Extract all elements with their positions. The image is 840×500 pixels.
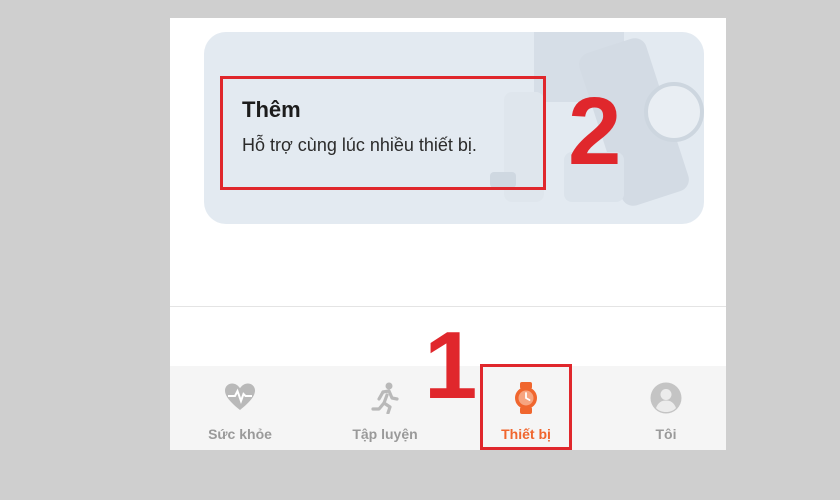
tab-highlight-box <box>480 364 572 450</box>
card-title: Thêm <box>242 97 301 122</box>
divider <box>170 306 726 307</box>
tab-label-health: Sức khỏe <box>208 426 272 442</box>
profile-icon <box>650 382 682 414</box>
tab-profile[interactable]: Tôi <box>620 366 712 450</box>
heart-pulse-icon <box>225 383 255 410</box>
step-number-1: 1 <box>424 312 478 419</box>
card-subtitle: Hỗ trợ cùng lúc nhiều thiết bị. <box>242 135 477 155</box>
card-highlight-box: Thêm Hỗ trợ cùng lúc nhiều thiết bị. <box>220 76 546 190</box>
tab-label-workout: Tập luyện <box>352 426 418 442</box>
add-device-card[interactable]: Thêm Hỗ trợ cùng lúc nhiều thiết bị. <box>204 32 704 224</box>
running-person-icon <box>371 382 399 414</box>
tab-label-profile: Tôi <box>655 426 677 442</box>
step-number-2: 2 <box>568 78 622 185</box>
tab-health[interactable]: Sức khỏe <box>190 366 290 450</box>
